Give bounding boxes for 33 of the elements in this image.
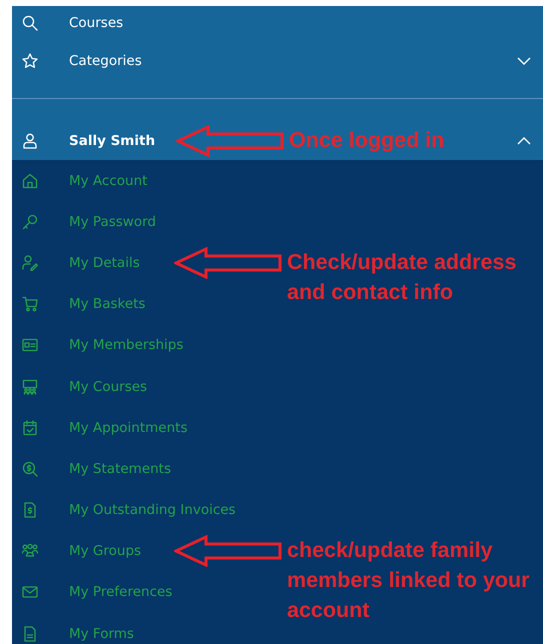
dollar-document-icon: [22, 502, 38, 518]
submenu-item[interactable]: My Preferences: [69, 584, 172, 600]
envelope-icon: [22, 584, 38, 600]
calendar-check-icon: [22, 420, 38, 436]
annotation-text: Check/update address and contact info: [287, 248, 518, 306]
submenu-item[interactable]: My Memberships: [69, 337, 184, 354]
cart-icon: [22, 296, 38, 312]
menu-item[interactable]: Categories: [69, 53, 142, 69]
submenu-item[interactable]: My Groups: [69, 543, 142, 560]
key-icon: [22, 214, 38, 230]
annotation-text: Once logged in: [289, 126, 444, 154]
submenu-item[interactable]: My Statements: [69, 460, 172, 477]
magnifier-dollar-icon: [22, 460, 38, 477]
search-icon: [22, 15, 38, 31]
submenu-item[interactable]: My Courses: [69, 378, 148, 395]
submenu-item[interactable]: My Details: [69, 254, 140, 271]
annotation-text: check/update family members linked to your account: [287, 537, 530, 624]
id-card-icon: [22, 337, 38, 354]
people-board-icon: [22, 378, 38, 395]
star-icon: [22, 53, 38, 69]
submenu-item[interactable]: My Password: [69, 214, 156, 230]
submenu-item[interactable]: My Account: [69, 172, 148, 189]
submenu-item[interactable]: My Baskets: [69, 296, 146, 312]
user-menu-item[interactable]: Sally Smith: [69, 132, 156, 148]
document-icon: [22, 626, 38, 642]
group-icon: [22, 543, 38, 560]
user-icon: [22, 132, 38, 148]
submenu-item[interactable]: My Forms: [69, 626, 134, 642]
user-pencil-icon: [22, 254, 38, 271]
submenu-item[interactable]: My Appointments: [69, 420, 188, 436]
house-icon: [22, 172, 38, 189]
menu-item[interactable]: Courses: [69, 15, 124, 31]
submenu-item[interactable]: My Outstanding Invoices: [69, 502, 236, 518]
